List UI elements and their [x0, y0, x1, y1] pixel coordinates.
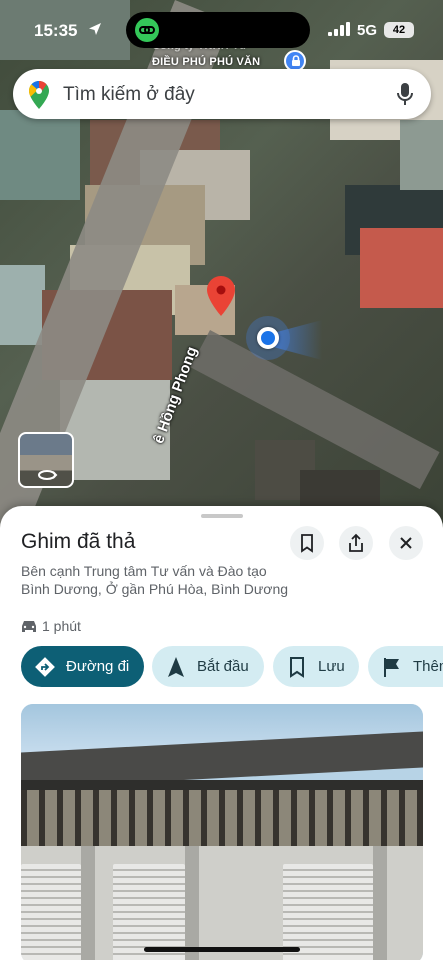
- save-bookmark-button[interactable]: [290, 526, 324, 560]
- place-bottom-sheet[interactable]: Ghim đã thả Bên cạnh Trung tâm Tư vấn và…: [0, 506, 443, 960]
- building: [0, 265, 45, 345]
- current-location-icon: [246, 316, 322, 360]
- directions-label: Đường đi: [66, 658, 130, 675]
- close-icon: [400, 537, 412, 549]
- navigation-arrow-icon: [168, 657, 184, 677]
- microphone-icon[interactable]: [397, 82, 413, 106]
- directions-icon: [35, 657, 55, 677]
- status-bar: 15:35 5G 42: [0, 0, 443, 60]
- start-label: Bắt đầu: [197, 658, 249, 675]
- directions-button[interactable]: Đường đi: [21, 646, 144, 687]
- bookmark-icon: [301, 534, 313, 553]
- eta-text: 1 phút: [42, 618, 81, 634]
- building: [360, 228, 443, 308]
- more-label: Thêm: [413, 658, 443, 675]
- building: [400, 120, 443, 190]
- street-view-thumbnail[interactable]: [18, 432, 74, 488]
- sheet-drag-handle[interactable]: [201, 514, 243, 518]
- flag-icon: [384, 658, 399, 677]
- share-button[interactable]: [339, 526, 373, 560]
- clock: 15:35: [34, 21, 78, 40]
- more-button[interactable]: Thêm: [368, 646, 443, 687]
- signal-icon: [328, 22, 350, 36]
- share-icon: [349, 533, 363, 552]
- dynamic-island: [126, 12, 310, 48]
- search-input[interactable]: Tìm kiếm ở đây: [63, 84, 195, 106]
- place-description: Bên cạnh Trung tâm Tư vấn và Đào tạo Bìn…: [21, 563, 289, 597]
- place-photo[interactable]: [21, 704, 423, 960]
- save-label: Lưu: [318, 658, 345, 675]
- bookmark-icon: [290, 657, 304, 678]
- car-icon: [22, 621, 36, 632]
- battery-icon: 42: [384, 22, 414, 38]
- start-button[interactable]: Bắt đầu: [152, 646, 264, 687]
- save-button[interactable]: Lưu: [273, 646, 359, 687]
- google-maps-logo-icon: [29, 81, 49, 109]
- action-chips: Đường đi Bắt đầu Lưu Thêm: [21, 646, 443, 688]
- building: [0, 110, 80, 200]
- search-bar[interactable]: Tìm kiếm ở đây: [13, 69, 431, 119]
- dropped-pin-icon[interactable]: [207, 276, 235, 321]
- place-title: Ghim đã thả: [21, 530, 136, 553]
- link-icon: [135, 18, 159, 42]
- location-services-icon: [89, 23, 101, 35]
- home-indicator[interactable]: [144, 947, 300, 952]
- network-type: 5G: [357, 22, 378, 39]
- close-button[interactable]: [389, 526, 423, 560]
